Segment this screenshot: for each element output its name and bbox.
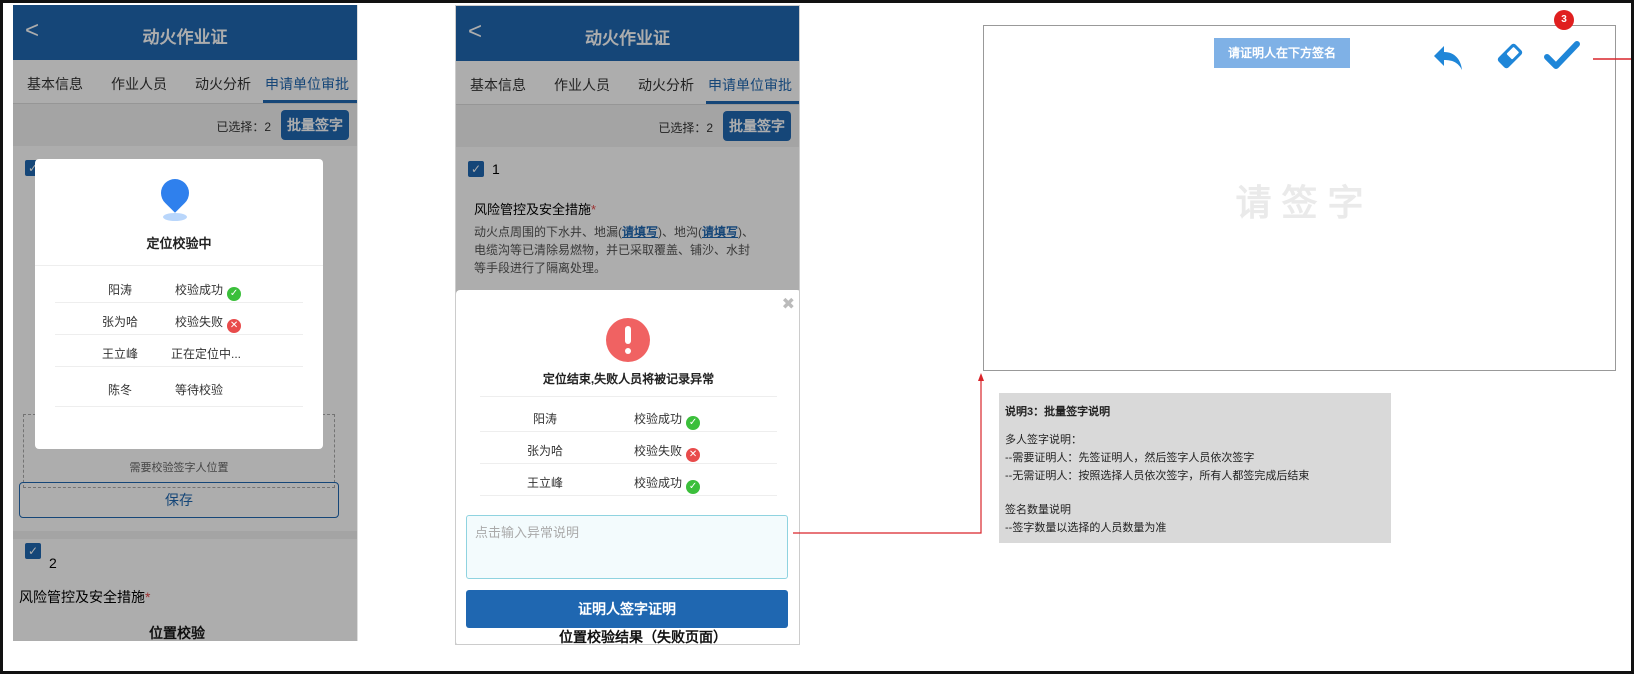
note-line: --需要证明人：先签证明人，然后签字人员依次签字: [1005, 452, 1255, 464]
note-spacer: [1005, 485, 1385, 501]
note-line: --签字数量以选择的人员数量为准: [1005, 522, 1167, 534]
note-title: 说明3：批量签字说明: [1005, 406, 1111, 418]
note-line: 多人签字说明：: [1005, 434, 1082, 446]
batch-sign-notes: 说明3：批量签字说明 多人签字说明： --需要证明人：先签证明人，然后签字人员依…: [999, 393, 1391, 543]
canvas: < 动火作业证 基本信息 作业人员 动火分析 申请单位审批 已选择：2 批量签字…: [0, 0, 1634, 674]
note-line: 签名数量说明: [1005, 504, 1071, 516]
annotation-lines: [793, 58, 1631, 534]
note-line: --无需证明人：按照选择人员依次签字，所有人都签完成后结束: [1005, 470, 1310, 482]
